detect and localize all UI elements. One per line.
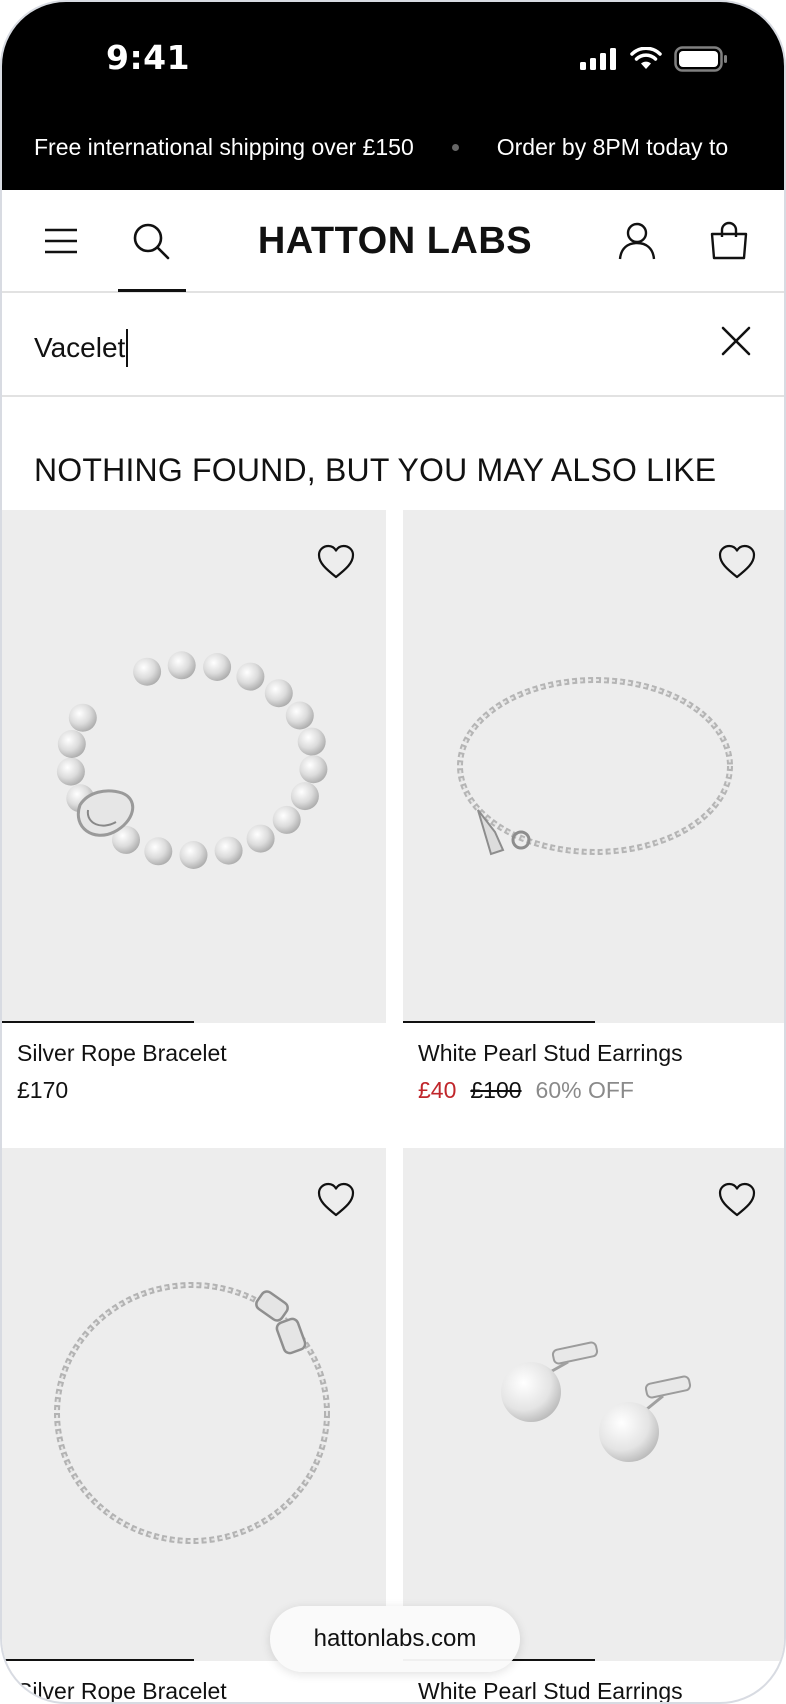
browser-url-bar[interactable]: hattonlabs.com xyxy=(270,1606,520,1672)
pearl-bead xyxy=(299,755,328,784)
product-name[interactable]: White Pearl Stud Earrings xyxy=(418,1040,683,1067)
price-value: £170 xyxy=(17,1077,69,1103)
search-input-value: Vacelet xyxy=(34,332,126,363)
user-icon xyxy=(618,222,656,260)
image-carousel-indicator xyxy=(403,1021,595,1023)
shopping-bag-icon xyxy=(710,221,748,260)
signal-icon xyxy=(580,48,616,70)
product-image[interactable] xyxy=(2,1148,386,1661)
wishlist-button[interactable] xyxy=(717,542,757,582)
battery-icon xyxy=(674,46,727,72)
pearl-bead xyxy=(264,679,293,708)
image-carousel-indicator xyxy=(2,1021,194,1023)
pearl-bead xyxy=(246,824,275,853)
product-price: £40 £100 60% OFF xyxy=(418,1077,634,1104)
pearl-bead xyxy=(272,805,301,834)
status-time: 9:41 xyxy=(106,38,191,77)
pearl-bead xyxy=(57,730,86,758)
pearl-bead xyxy=(297,727,326,756)
status-icons xyxy=(580,46,728,72)
search-input[interactable]: Vacelet xyxy=(34,329,129,367)
product-image[interactable] xyxy=(403,510,784,1023)
brand-logo[interactable]: HATTON LABS xyxy=(2,220,784,263)
site-header: HATTON LABS xyxy=(2,190,784,293)
image-carousel-indicator xyxy=(2,1659,194,1661)
promo-message: Free international shipping over £150 xyxy=(34,134,414,160)
url-text: hattonlabs.com xyxy=(313,1625,477,1652)
pearl-bead xyxy=(236,662,265,691)
wifi-icon xyxy=(630,47,662,69)
product-name[interactable]: Silver Rope Bracelet xyxy=(17,1678,227,1702)
pearl-bead xyxy=(68,703,97,732)
discount-label: 60% OFF xyxy=(535,1077,634,1103)
pearl-bead xyxy=(285,701,314,730)
results-heading: NOTHING FOUND, BUT YOU MAY ALSO LIKE xyxy=(34,452,717,488)
original-price: £100 xyxy=(470,1077,522,1103)
heart-icon xyxy=(718,1182,756,1217)
pearl-bead xyxy=(144,837,173,866)
phone-screen: 9:41 Free international shipping over £1… xyxy=(0,0,786,1704)
promo-ticker: Free international shipping over £150 Or… xyxy=(34,134,784,161)
pearl-bead xyxy=(56,757,85,786)
pearl-bead xyxy=(179,841,208,869)
account-button[interactable] xyxy=(616,220,658,262)
pearl-bead xyxy=(133,657,162,686)
promo-message: Order by 8PM today to xyxy=(496,134,729,160)
status-and-promo-bar: 9:41 Free international shipping over £1… xyxy=(2,2,784,190)
product-image[interactable] xyxy=(2,510,386,1023)
heart-icon xyxy=(718,544,756,579)
product-image[interactable] xyxy=(403,1148,784,1661)
wishlist-button[interactable] xyxy=(316,542,356,582)
search-bar: Vacelet xyxy=(2,293,784,397)
pearl-bracelet-image xyxy=(56,651,328,869)
bag-button[interactable] xyxy=(708,220,750,262)
pearl-bead xyxy=(214,836,243,865)
product-name[interactable]: Silver Rope Bracelet xyxy=(17,1040,227,1067)
product-name[interactable]: White Pearl Stud Earrings xyxy=(418,1678,683,1702)
heart-icon xyxy=(317,544,355,579)
pearl-studs-image xyxy=(501,1341,692,1462)
rope-bracelet-image xyxy=(54,1282,330,1544)
product-price: £170 xyxy=(17,1077,68,1104)
pearl-bead xyxy=(167,651,196,680)
rope-chain-image xyxy=(457,677,733,856)
wishlist-button[interactable] xyxy=(316,1180,356,1220)
promo-separator xyxy=(451,144,459,151)
active-search-indicator xyxy=(118,289,186,292)
pearl-bead xyxy=(290,782,319,811)
close-icon xyxy=(721,326,751,356)
clear-search-button[interactable] xyxy=(718,323,754,359)
text-caret xyxy=(126,329,129,367)
pearl-bead xyxy=(203,653,232,681)
heart-icon xyxy=(317,1182,355,1217)
sale-price: £40 xyxy=(418,1077,457,1103)
wishlist-button[interactable] xyxy=(717,1180,757,1220)
